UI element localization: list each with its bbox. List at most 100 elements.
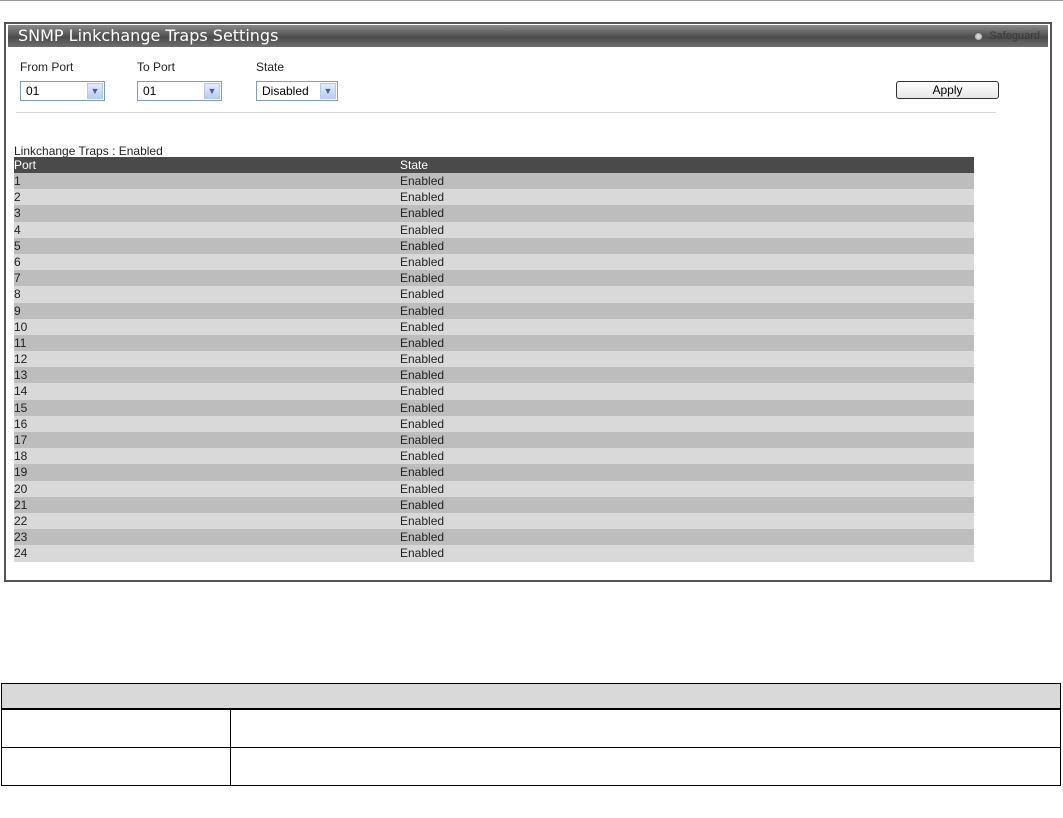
port-cell: 21 [14,497,28,512]
state-cell: Enabled [400,222,445,237]
port-cell: 4 [14,222,21,237]
state-cell: Enabled [400,190,445,205]
table-row: 22 Enabled [14,512,974,530]
doc-table-cell [230,709,1061,748]
state-cell: Enabled [400,530,445,545]
state-cell: Enabled [400,384,445,399]
safeguard-indicator[interactable]: Safeguard [974,29,1040,43]
to-port-select[interactable]: 01 ▼ [137,81,222,101]
table-row: 7 Enabled [14,270,974,287]
table-row: 5 Enabled [14,237,974,254]
panel-titlebar: SNMP Linkchange Traps Settings Safeguard [8,25,1048,47]
port-cell: 5 [14,238,21,253]
state-cell: Enabled [400,238,445,253]
table-row: 1 Enabled [14,173,974,190]
port-cell: 11 [14,335,27,350]
settings-panel: SNMP Linkchange Traps Settings Safeguard… [4,22,1052,582]
apply-button[interactable]: Apply [896,81,999,99]
state-cell: Enabled [400,271,445,286]
doc-table-cell [230,747,1061,786]
port-cell: 17 [14,433,28,447]
port-cell: 14 [14,384,28,399]
port-state-table: Port State 1 Enabled 2 Enabled 3 Enabled 4 Enab… [14,157,974,562]
port-cell: 13 [14,368,28,383]
table-row: 4 Enabled [14,221,974,238]
table-row: 13 Enabled [14,367,974,384]
state-cell: Enabled [400,254,445,269]
port-cell: 18 [14,449,28,464]
state-cell: Enabled [400,465,445,480]
port-cell: 19 [14,465,28,480]
state-cell: Enabled [400,497,445,512]
table-row: 18 Enabled [14,448,974,465]
state-cell: Enabled [400,303,445,318]
table-row: 10 Enabled [14,318,974,335]
port-cell: 22 [14,513,28,528]
table-row: 14 Enabled [14,383,974,400]
port-cell: 15 [14,400,28,415]
state-value: Disabled [262,84,309,98]
from-port-label: From Port [20,60,74,74]
port-cell: 8 [14,287,21,302]
table-row: 11 Enabled [14,334,974,352]
state-cell: Enabled [400,335,445,350]
divider [16,112,996,113]
port-cell: 24 [14,546,28,561]
port-cell: 7 [14,271,21,286]
chevron-down-icon[interactable]: ▼ [204,83,220,99]
top-rule [0,0,1063,1]
port-cell: 1 [14,174,21,188]
state-cell: Enabled [400,287,445,302]
port-cell: 6 [14,254,21,269]
doc-table-header [1,683,1061,709]
table-row: 21 Enabled [14,496,974,513]
chevron-down-icon[interactable]: ▼ [320,83,336,99]
table-row: 19 Enabled [14,464,974,481]
chevron-down-icon[interactable]: ▼ [87,83,103,99]
doc-table-cell [1,747,231,786]
linkchange-traps-summary: Linkchange Traps : Enabled [14,144,163,158]
state-cell: Enabled [400,206,445,221]
state-cell: Enabled [400,449,445,464]
port-cell: 20 [14,481,28,496]
state-cell: Enabled [400,400,445,415]
state-cell: Enabled [400,352,445,367]
port-cell: 10 [14,319,28,334]
column-header-port: Port [14,158,37,172]
table-row: 23 Enabled [14,529,974,546]
port-cell: 12 [14,352,28,367]
safeguard-label: Safeguard [989,30,1040,42]
port-cell: 16 [14,416,28,431]
table-row: 16 Enabled [14,415,974,432]
doc-table-row [1,747,1061,786]
state-cell: Enabled [400,546,445,561]
port-cell: 23 [14,530,28,545]
table-row: 15 Enabled [14,399,974,416]
table-body: 1 Enabled 2 Enabled 3 Enabled 4 Enabled 5 Enabled… [14,173,974,562]
radio-indicator-icon [974,31,984,41]
state-cell: Enabled [400,368,445,383]
state-cell: Enabled [400,513,445,528]
table-row: 24 Enabled [14,545,974,562]
state-cell: Enabled [400,174,445,188]
to-port-value: 01 [143,84,157,98]
state-cell: Enabled [400,433,445,447]
state-label: State [256,60,285,74]
port-cell: 9 [14,303,21,318]
from-port-value: 01 [26,84,40,98]
table-row: 20 Enabled [14,480,974,497]
state-select[interactable]: Disabled ▼ [256,81,338,101]
table-row: 3 Enabled [14,205,974,222]
doc-table-cell [1,709,231,748]
state-cell: Enabled [400,481,445,496]
table-row: 9 Enabled [14,302,974,319]
state-cell: Enabled [400,319,445,334]
table-row: 6 Enabled [14,253,974,271]
port-cell: 3 [14,206,21,221]
doc-table-row [1,709,1061,748]
table-row: 12 Enabled [14,351,974,368]
from-port-select[interactable]: 01 ▼ [20,81,105,101]
page-title: SNMP Linkchange Traps Settings [18,26,279,45]
table-row: 17 Enabled [14,432,974,449]
column-header-state: State [400,158,429,172]
